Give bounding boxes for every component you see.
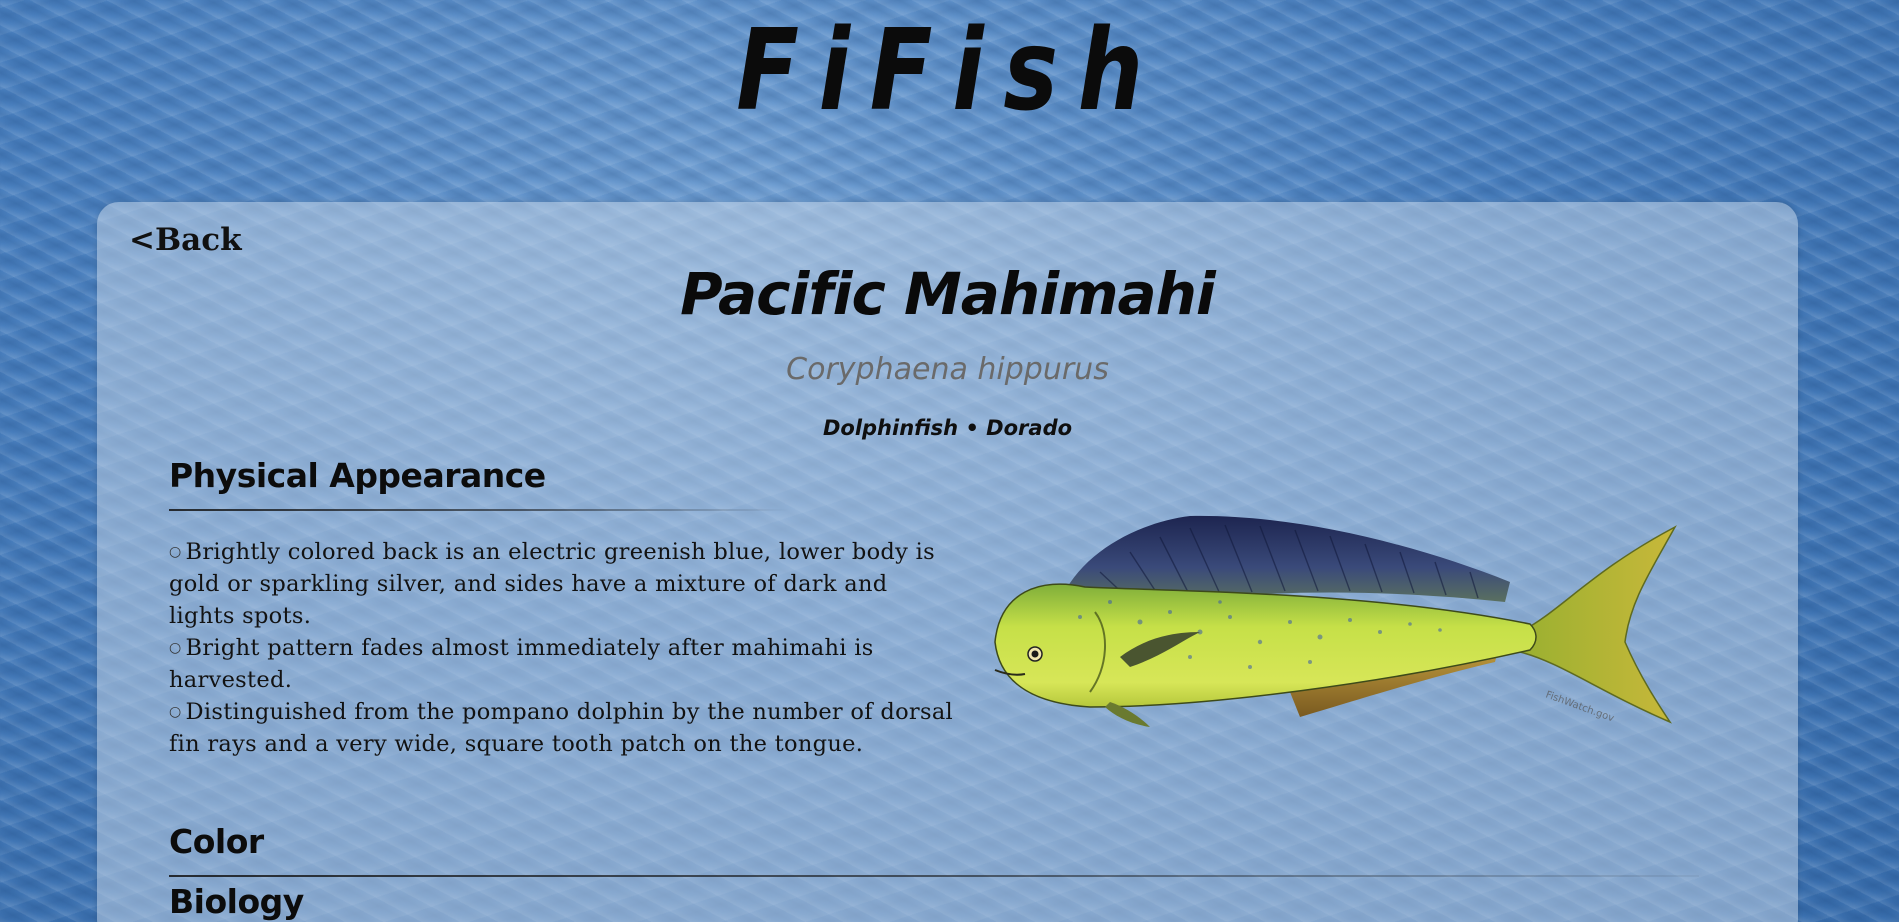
fish-aliases: Dolphinfish • Dorado	[822, 416, 1073, 440]
fish-scientific-name: Coryphaena hippurus	[786, 352, 1109, 387]
section-divider	[169, 875, 1699, 877]
tail-fin	[1519, 525, 1677, 724]
mahimahi-illustration: FishWatch.gov	[994, 515, 1677, 727]
bullet-icon: ○	[169, 544, 182, 560]
list-item: ○ Distinguished from the pompano dolphin …	[169, 696, 959, 760]
fish-body	[994, 583, 1537, 708]
bullet-icon: ○	[169, 640, 182, 656]
list-item-text: Distinguished from the pompano dolphin b…	[169, 699, 954, 757]
list-item: ○ Brightly colored back is an electric gr…	[169, 536, 959, 632]
physical-appearance-list: ○ Brightly colored back is an electric gr…	[169, 536, 959, 760]
bullet-icon: ○	[169, 704, 182, 720]
list-item: ○ Bright pattern fades almost immediately…	[169, 632, 959, 696]
list-item-text: Brightly colored back is an electric gre…	[169, 539, 935, 629]
section-heading-biology[interactable]: Biology	[169, 882, 304, 921]
fish-common-name: Pacific Mahimahi	[680, 260, 1216, 328]
fish-detail-card: <Back Pacific Mahimahi Coryphaena hippur…	[97, 202, 1798, 922]
back-link[interactable]: <Back	[129, 222, 242, 258]
section-divider	[169, 509, 789, 511]
image-watermark: FishWatch.gov	[1544, 689, 1616, 724]
site-logo: FiFish	[736, 6, 1163, 136]
section-heading-physical-appearance[interactable]: Physical Appearance	[169, 456, 546, 495]
list-item-text: Bright pattern fades almost immediately …	[169, 635, 874, 693]
section-heading-color[interactable]: Color	[169, 822, 264, 861]
